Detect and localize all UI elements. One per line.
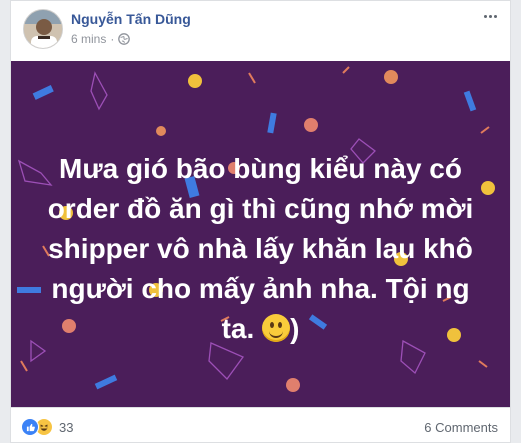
comments-link[interactable]: 6 Comments [424, 420, 498, 435]
post-time[interactable]: 6 mins [71, 32, 106, 46]
reaction-count: 33 [59, 419, 74, 435]
post-text-line-3: shipper vô nhà lấy khăn lau khô [48, 233, 473, 264]
post-text-line-4: người cho mấy ảnh nha. Tội ng [51, 273, 470, 304]
avatar-image [24, 10, 62, 48]
post-text: Mưa gió bão bùng kiểu này có order đồ ăn… [11, 149, 510, 349]
post-footer: 33 6 Comments [11, 407, 510, 443]
post-text-line-1: Mưa gió bão bùng kiểu này có [59, 153, 462, 184]
author-name[interactable]: Nguyễn Tấn Dũng [71, 11, 191, 27]
meta-separator: · [110, 32, 115, 46]
post-background: Mưa gió bão bùng kiểu này có order đồ ăn… [11, 61, 510, 407]
avatar[interactable] [23, 9, 63, 49]
post-card: Nguyễn Tấn Dũng 6 mins · Mưa gió bão bùn… [10, 0, 511, 443]
globe-icon[interactable] [118, 33, 131, 45]
post-header: Nguyễn Tấn Dũng 6 mins · [11, 1, 510, 59]
post-meta: 6 mins · [71, 32, 131, 46]
more-options-icon[interactable] [480, 7, 500, 25]
smiling-face-icon [262, 314, 291, 342]
like-icon [21, 418, 39, 436]
post-text-end: ) [290, 313, 300, 344]
post-text-line-2: order đồ ăn gì thì cũng nhớ mời [47, 193, 474, 224]
reactions-summary[interactable]: 33 [21, 418, 73, 436]
post-text-line-5: ta. [221, 313, 255, 344]
